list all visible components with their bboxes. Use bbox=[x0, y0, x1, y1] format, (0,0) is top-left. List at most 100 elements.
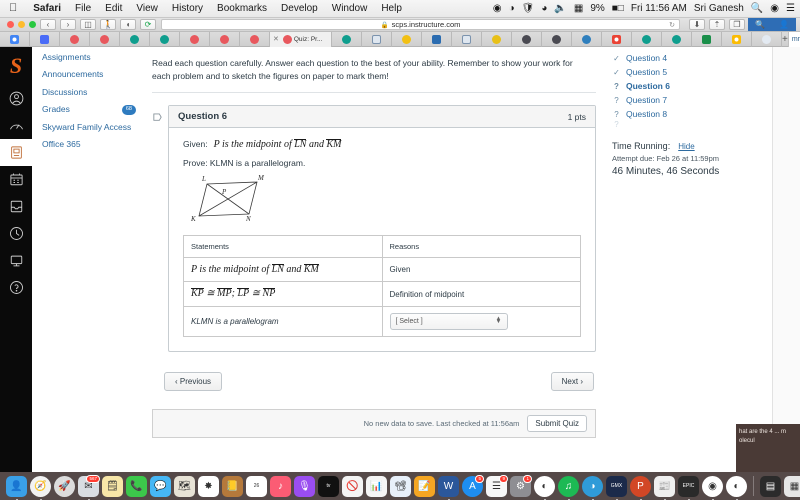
sidebar-item-announcements[interactable]: Announcements bbox=[32, 66, 144, 83]
tab-canvas-5[interactable] bbox=[240, 31, 270, 47]
dock-item-chrome[interactable]: ◉ bbox=[702, 475, 723, 500]
global-nav-history[interactable] bbox=[0, 220, 32, 247]
dock-item-mail[interactable]: ✉ 567 bbox=[78, 474, 100, 500]
school-logo[interactable]: S bbox=[0, 47, 32, 85]
dock-item-system-preferences[interactable]: ⚙ 1 bbox=[510, 474, 532, 497]
sidebar-item-grades[interactable]: Grades 68 bbox=[32, 101, 144, 118]
global-nav-account[interactable] bbox=[0, 85, 32, 112]
dock-item-news[interactable]: 📰 bbox=[654, 475, 675, 500]
tab-teal-2[interactable] bbox=[150, 31, 180, 47]
search-icon[interactable]: 🔍 bbox=[755, 20, 765, 29]
dock-item-gmx[interactable]: GMX bbox=[606, 475, 627, 500]
tab-teal-4[interactable] bbox=[632, 31, 662, 47]
question-link-5[interactable]: ✓ Question 5 bbox=[612, 65, 772, 79]
dock-item-maps[interactable]: 🗺 bbox=[174, 475, 195, 497]
dock-item-pages[interactable]: 📝 bbox=[414, 475, 435, 497]
sidebar-item-office-365[interactable]: Office 365 bbox=[32, 136, 144, 153]
user-name[interactable]: Sri Ganesh bbox=[694, 3, 744, 14]
dock-item-safari[interactable]: 🧭 bbox=[30, 475, 51, 500]
reason-select-dropdown[interactable]: [ Select ] ▲ ▼ bbox=[389, 312, 508, 330]
dock-item-downloads-stack[interactable]: ▤ bbox=[760, 475, 781, 497]
flag-question-button[interactable] bbox=[152, 105, 168, 352]
siri-icon[interactable]: ◉ bbox=[770, 3, 779, 14]
background-window-peek[interactable]: hat are the 4 ... m olecul bbox=[736, 424, 800, 472]
dock-item-facetime[interactable]: 📞 bbox=[126, 475, 147, 497]
dock-item-contacts[interactable]: 📒 bbox=[222, 475, 243, 497]
maximize-window-button[interactable] bbox=[29, 21, 36, 28]
menu-safari[interactable]: Safari bbox=[26, 3, 68, 14]
dock-item-word[interactable]: W bbox=[438, 475, 459, 500]
menu-view[interactable]: View bbox=[129, 3, 165, 14]
submit-quiz-button[interactable]: Submit Quiz bbox=[527, 414, 587, 432]
next-button[interactable]: Next › bbox=[550, 371, 594, 391]
dock-item-launchpad[interactable]: 🚀 bbox=[54, 475, 75, 497]
question-link-partial[interactable]: ? bbox=[612, 121, 772, 128]
address-bar[interactable]: 🔒 scps.instructure.com ↻ bbox=[161, 19, 680, 30]
global-nav-dashboard[interactable] bbox=[0, 112, 32, 139]
volume-icon[interactable]: 🔈 bbox=[554, 3, 566, 14]
dock-item-powerpoint[interactable]: P bbox=[630, 475, 651, 500]
extension-icon[interactable]: ⟳ bbox=[140, 19, 156, 30]
tab-blue-doc[interactable] bbox=[422, 31, 452, 47]
tab-green-doc[interactable] bbox=[692, 31, 722, 47]
control-center-icon[interactable]: ☰ bbox=[786, 3, 795, 14]
tab-grid-2[interactable] bbox=[452, 31, 482, 47]
previous-button[interactable]: ‹ Previous bbox=[164, 371, 223, 391]
tab-teal-1[interactable] bbox=[120, 31, 150, 47]
spotlight-search-icon[interactable]: 🔍 bbox=[751, 3, 763, 14]
menu-help[interactable]: Help bbox=[374, 3, 409, 14]
back-button[interactable]: ‹ bbox=[40, 19, 56, 30]
global-nav-help[interactable] bbox=[0, 274, 32, 301]
hide-timer-link[interactable]: Hide bbox=[678, 142, 694, 151]
question-link-8[interactable]: ? Question 8 bbox=[612, 107, 772, 121]
tab-canvas-2[interactable] bbox=[90, 31, 120, 47]
menu-history[interactable]: History bbox=[165, 3, 210, 14]
question-link-4[interactable]: ✓ Question 4 bbox=[612, 51, 772, 65]
dock-item-messages[interactable]: 💬 bbox=[150, 475, 171, 497]
tab-canvas-blue[interactable] bbox=[30, 31, 60, 47]
menu-window[interactable]: Window bbox=[325, 3, 375, 14]
dock-item-calendar[interactable]: 26 bbox=[246, 475, 267, 497]
apple-menu-icon[interactable]:  bbox=[0, 3, 26, 14]
menu-edit[interactable]: Edit bbox=[98, 3, 129, 14]
tab-teal-3[interactable] bbox=[332, 31, 362, 47]
tab-quiz-active[interactable]: ✕ Quiz: Pr... bbox=[270, 31, 332, 47]
question-link-6[interactable]: ? Question 6 bbox=[612, 79, 772, 93]
tab-canvas-4[interactable] bbox=[210, 31, 240, 47]
tab-canvas-1[interactable] bbox=[60, 31, 90, 47]
menu-develop[interactable]: Develop bbox=[274, 3, 325, 14]
sidebar-item-assignments[interactable]: Assignments bbox=[32, 49, 144, 66]
dock-item-app-store[interactable]: A5 bbox=[462, 474, 484, 497]
comments-panel-peek[interactable]: mments bbox=[787, 31, 800, 47]
tab-canvas-3[interactable] bbox=[180, 31, 210, 47]
tab-google-2[interactable] bbox=[602, 31, 632, 47]
dock-item-documents-stack[interactable]: ▦ bbox=[784, 475, 800, 497]
menu-bookmarks[interactable]: Bookmarks bbox=[210, 3, 274, 14]
dock-item-finder[interactable]: 👤 bbox=[6, 475, 27, 500]
sidebar-toggle-icon[interactable]: ◫ bbox=[80, 19, 96, 30]
dock-item-photos[interactable]: ✸ bbox=[198, 475, 219, 497]
input-source-icon[interactable]: ▦ bbox=[574, 3, 583, 14]
clock[interactable]: Fri 11:56 AM bbox=[631, 3, 687, 14]
accessibility-icon[interactable]: 🚶 bbox=[100, 19, 116, 30]
tab-dark-1[interactable] bbox=[512, 31, 542, 47]
global-nav-calendar[interactable] bbox=[0, 166, 32, 193]
tab-skyward[interactable] bbox=[572, 31, 602, 47]
shield-icon[interactable]: 🛡 bbox=[522, 3, 535, 14]
sidebar-item-skyward-family-access[interactable]: Skyward Family Access bbox=[32, 119, 144, 136]
dock-item-numbers[interactable]: 📊 bbox=[366, 475, 387, 497]
dock-item-music[interactable]: ♪ bbox=[270, 475, 291, 497]
close-tab-icon[interactable]: ✕ bbox=[273, 35, 279, 43]
dock-item-notes[interactable]: 🗒 bbox=[102, 475, 123, 497]
close-window-button[interactable] bbox=[7, 21, 14, 28]
tab-google[interactable] bbox=[0, 31, 30, 47]
reader-contrast-icon[interactable]: ◖ bbox=[120, 19, 136, 30]
dock-item-edge[interactable]: ◑ bbox=[582, 475, 603, 500]
global-nav-inbox[interactable] bbox=[0, 193, 32, 220]
tab-yellow[interactable] bbox=[392, 31, 422, 47]
dock-item-browser-teal[interactable]: ◐ bbox=[534, 475, 555, 500]
downloads-icon[interactable]: ⬇ bbox=[689, 19, 705, 30]
global-nav-studio[interactable] bbox=[0, 247, 32, 274]
dock-item-keynote[interactable]: 📽 bbox=[390, 475, 411, 497]
display-icon[interactable]: ◑ bbox=[509, 3, 515, 14]
